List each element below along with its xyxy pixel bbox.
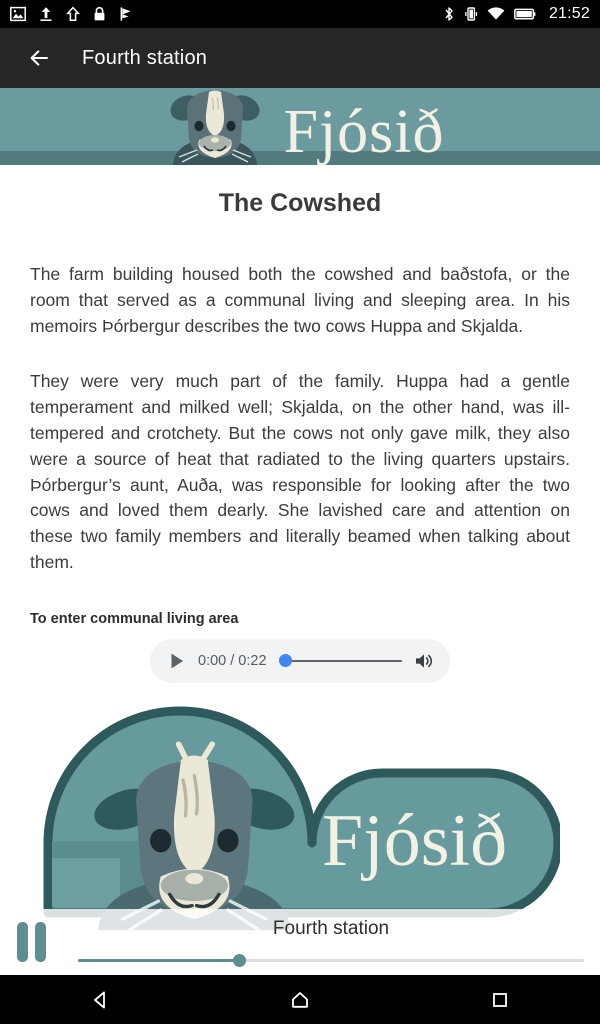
- mini-player-pause-button[interactable]: [0, 909, 62, 975]
- banner-wordmark: Fjósið: [283, 98, 445, 165]
- article-paragraph-1: The farm building housed both the cowshe…: [30, 264, 570, 336]
- pause-icon-bar-right: [34, 922, 46, 962]
- audio-seek-track: [278, 659, 402, 662]
- flag-icon: [120, 7, 131, 21]
- arrow-up-icon: [66, 6, 80, 21]
- lock-icon: [94, 6, 105, 21]
- nav-recents-button[interactable]: [470, 975, 530, 1024]
- status-bar-clock: 21:52: [548, 5, 590, 22]
- back-arrow-icon: [30, 50, 48, 66]
- wifi-icon: [487, 7, 505, 20]
- article-paragraph-2: They were very much part of the family. …: [30, 371, 570, 572]
- audio-player-container: 0:00 / 0:22: [0, 638, 600, 683]
- nav-home-button[interactable]: [270, 975, 330, 1024]
- audio-seek-thumb[interactable]: [278, 654, 292, 668]
- mini-player-bar[interactable]: Fourth station: [0, 909, 600, 975]
- upload-icon: [40, 7, 52, 21]
- banner-content: Fjósið: [0, 88, 600, 165]
- recents-nav-icon: [493, 992, 507, 1007]
- play-button[interactable]: [164, 648, 190, 674]
- play-icon: [171, 653, 183, 669]
- site-banner: Fjósið: [0, 88, 600, 165]
- status-bar-left-icons: [10, 6, 133, 22]
- app-bar: Fourth station: [0, 28, 600, 88]
- mini-player-seek-bar[interactable]: [78, 954, 584, 967]
- pause-icon-bar-left: [16, 922, 28, 962]
- cow-head-icon: [170, 90, 260, 165]
- mini-player-seek-thumb[interactable]: [233, 954, 247, 967]
- android-navigation-bar: [0, 975, 600, 1024]
- audio-player[interactable]: 0:00 / 0:22: [150, 638, 450, 683]
- mini-player-track-fill: [78, 959, 240, 962]
- app-bar-title: Fourth station: [82, 46, 208, 69]
- audio-time-display: 0:00 / 0:22: [198, 652, 267, 669]
- logo-wordmark: Fjósið: [322, 800, 507, 882]
- status-bar: 21:52: [0, 0, 600, 28]
- article-content: The Cowshed The farm building housed bot…: [0, 165, 600, 1024]
- volume-button[interactable]: [412, 649, 436, 673]
- battery-icon: [514, 8, 536, 20]
- back-nav-icon: [94, 991, 105, 1008]
- audio-caption: To enter communal living area: [30, 610, 239, 627]
- back-button[interactable]: [24, 43, 54, 73]
- page-title: The Cowshed: [218, 189, 382, 217]
- mini-player-title: Fourth station: [272, 918, 390, 939]
- image-icon: [10, 6, 26, 22]
- phone-screen: 21:52 Fourth station Fjósið The Cowshed …: [0, 0, 600, 1024]
- volume-icon: [416, 654, 433, 668]
- nav-back-button[interactable]: [70, 975, 130, 1024]
- mini-player-body: Fourth station: [62, 909, 600, 975]
- status-bar-right-icons: 21:52: [443, 5, 590, 23]
- banner-cow-illustration: [155, 88, 275, 165]
- bluetooth-icon: [445, 7, 453, 21]
- vibrate-icon: [465, 7, 478, 21]
- audio-seek-bar[interactable]: [278, 654, 402, 668]
- home-nav-icon: [292, 991, 308, 1008]
